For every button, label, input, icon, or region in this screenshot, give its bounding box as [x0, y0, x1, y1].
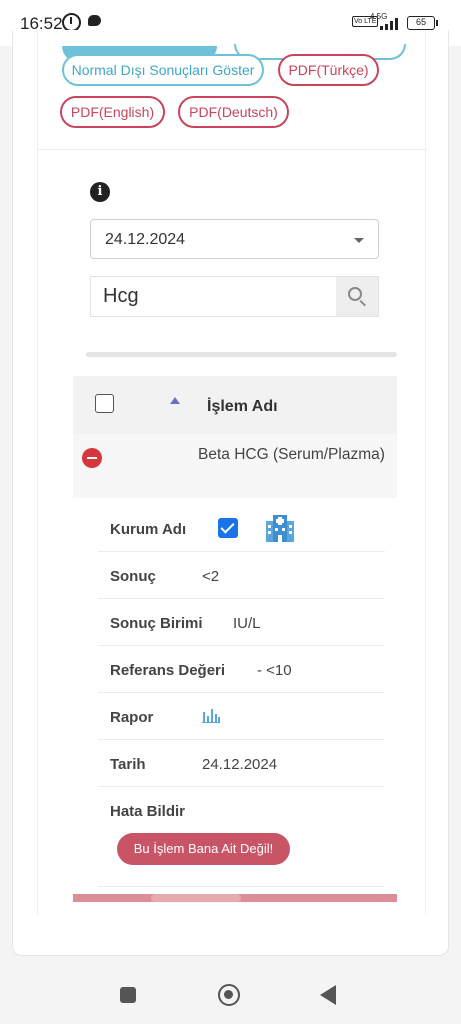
back-icon[interactable]: [320, 985, 336, 1005]
not-my-procedure-button[interactable]: Bu İşlem Bana Ait Değil!: [117, 833, 290, 865]
date-select[interactable]: 24.12.2024: [90, 219, 379, 259]
chevron-down-icon: [354, 238, 364, 243]
reference-label: Referans Değeri: [110, 662, 226, 679]
pdf-english-button[interactable]: PDF(English): [60, 96, 165, 128]
system-nav-bar: [0, 966, 461, 1024]
table-header: İşlem Adı: [73, 376, 397, 434]
battery-icon: 65: [407, 16, 438, 30]
pdf-deutsch-button[interactable]: PDF(Deutsch): [178, 96, 289, 128]
detail-row-reference: Referans Değeri - <10: [98, 646, 385, 693]
detail-row-result: Sonuç <2: [98, 552, 385, 599]
detail-row-date: Tarih 24.12.2024: [98, 740, 385, 787]
result-value: <2: [202, 568, 220, 585]
institution-label: Kurum Adı: [110, 521, 187, 538]
date-select-value: 24.12.2024: [105, 231, 186, 248]
detail-row-report: Rapor: [98, 693, 385, 740]
date-value: 24.12.2024: [202, 756, 278, 773]
result-unit-label: Sonuç Birimi: [110, 615, 203, 632]
detail-row-unit: Sonuç Birimi IU/L: [98, 599, 385, 646]
horizontal-scrollbar[interactable]: [86, 352, 397, 357]
info-icon[interactable]: i: [90, 182, 110, 202]
procedure-name: Beta HCG (Serum/Plazma): [198, 446, 385, 463]
search-box: [90, 276, 379, 317]
result-label: Sonuç: [110, 568, 156, 585]
detail-row-institution: Kurum Adı: [98, 505, 385, 552]
search-input[interactable]: [91, 277, 337, 316]
report-error-label: Hata Bildir: [110, 803, 186, 820]
results-panel: Normal Dışı Sonuçları Göster PDF(Türkçe)…: [37, 30, 427, 915]
search-button[interactable]: [336, 277, 378, 316]
chat-icon: [88, 15, 101, 26]
search-icon: [348, 287, 362, 301]
home-icon[interactable]: [218, 984, 240, 1006]
column-header-procedure-name[interactable]: İşlem Adı: [207, 398, 278, 416]
report-label: Rapor: [110, 709, 154, 726]
results-page: Normal Dışı Sonuçları Göster PDF(Türkçe)…: [12, 30, 449, 956]
show-abnormal-results-button[interactable]: Normal Dışı Sonuçları Göster: [62, 54, 264, 86]
bar-chart-icon[interactable]: [202, 707, 220, 723]
sort-ascending-icon[interactable]: [170, 397, 180, 404]
reference-value: - <10: [257, 662, 292, 679]
section-divider: [38, 149, 427, 150]
select-all-checkbox[interactable]: [95, 394, 114, 413]
signal-icon: [372, 18, 402, 30]
next-row-strip: [73, 894, 397, 902]
hospital-icon: [266, 515, 294, 542]
recent-apps-icon[interactable]: [120, 987, 136, 1003]
date-label: Tarih: [110, 756, 146, 773]
pdf-turkish-button[interactable]: PDF(Türkçe): [278, 54, 379, 86]
institution-checkbox[interactable]: [218, 518, 238, 538]
table-row: Beta HCG (Serum/Plazma): [73, 434, 397, 498]
collapse-row-icon[interactable]: [82, 448, 102, 468]
result-unit-value: IU/L: [233, 615, 261, 632]
